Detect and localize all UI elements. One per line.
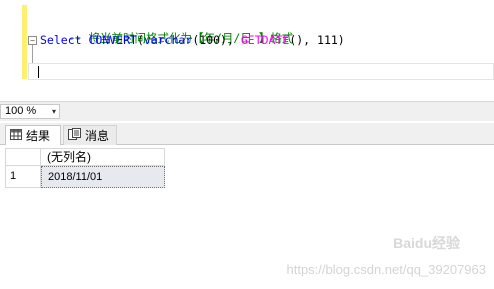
collapse-icon[interactable]: − xyxy=(28,36,37,45)
row-number[interactable]: 1 xyxy=(5,166,41,188)
change-marker-bar xyxy=(22,5,27,79)
chevron-down-icon: ▾ xyxy=(51,107,56,116)
result-cell[interactable]: 2018/11/01 xyxy=(41,166,165,188)
select-all-corner[interactable] xyxy=(5,148,41,166)
text-caret xyxy=(38,66,39,78)
sql-editor[interactable]: -- 将当前时间格式化为【年/月/日 】格式 − Select CONVERT(… xyxy=(0,0,494,96)
results-pane: (无列名) 1 2018/11/01 Baidu经验 https://blog.… xyxy=(0,145,494,289)
tab-messages-label: 消息 xyxy=(85,128,110,143)
type-varchar: varchar xyxy=(143,33,193,47)
tab-results[interactable]: 结果 xyxy=(5,125,61,145)
zoom-value: 100 % xyxy=(5,105,37,117)
tab-results-label: 结果 xyxy=(26,128,51,143)
keyword-select: Select xyxy=(40,33,82,47)
varchar-length: (100), xyxy=(192,33,234,47)
grid-icon xyxy=(10,127,22,145)
function-getdate: GETDATE xyxy=(240,33,290,47)
code-line-comment: -- 将当前时间格式化为【年/月/日 】格式 xyxy=(40,14,294,45)
message-icon xyxy=(68,127,81,145)
function-convert: CONVERT xyxy=(88,33,137,47)
tab-messages[interactable]: 消息 xyxy=(63,125,117,145)
watermark-logo: Baidu经验 xyxy=(393,235,460,251)
column-header[interactable]: (无列名) xyxy=(41,148,165,166)
zoom-bar: 100 % ▾ xyxy=(0,101,494,121)
results-tabs: 结果 消息 xyxy=(0,123,494,145)
current-line-highlight xyxy=(28,63,494,80)
style-code: 111) xyxy=(317,33,345,47)
outline-guide xyxy=(32,45,33,65)
zoom-dropdown[interactable]: 100 % ▾ xyxy=(0,104,60,119)
watermark-url: https://blog.csdn.net/qq_39207963 xyxy=(286,262,487,277)
code-line-select: Select CONVERT(varchar(100), GETDATE(), … xyxy=(40,33,345,47)
